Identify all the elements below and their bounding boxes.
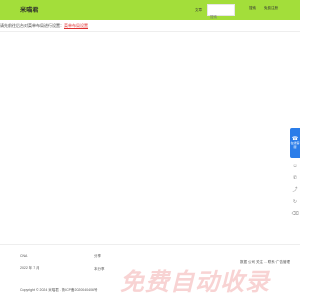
footer-item[interactable]: 本分享 [94,267,105,272]
notice-link[interactable]: 菜单布局设置 [64,23,88,28]
chat-icon[interactable]: ☺ [291,162,299,170]
footer-item[interactable]: 2022 年 7 月 [20,266,40,271]
footer-item[interactable]: CNA [20,254,40,258]
search-scope-select[interactable]: 文章 [195,6,205,14]
notice-text: 请先前往后台对菜单布局进行设置： [0,23,64,28]
search-box [207,4,235,22]
footer-divider [0,244,300,245]
phone-icon[interactable]: ✆ [291,174,299,182]
search-input[interactable] [208,12,234,22]
watermark: 免费自动收录 [120,269,270,296]
site-logo[interactable]: 米喵君 [20,5,39,14]
copyright-text: Copyright © 2024 米喵君 . 鲁ICP备2020040406号 [20,288,98,292]
online-service-label: 在线客服 [290,141,300,149]
search-button[interactable]: 搜索 [249,6,256,11]
trash-icon[interactable]: ⌫ [291,210,299,218]
share-icon[interactable]: ⤴ [291,186,299,194]
right-sidebar: ☎ 在线客服 ☺ ✆ ⤴ ↻ ⌫ [290,128,300,224]
side-footer-text: 数据 公司 关注 ... 联系·广告管理 [240,260,290,264]
footer-column-a: CNA 2022 年 7 月 [20,254,40,279]
online-service-button[interactable]: ☎ 在线客服 [290,128,300,158]
refresh-icon[interactable]: ↻ [291,198,299,206]
footer-column-b: 分享 本分享 [94,254,105,280]
notice-divider [0,31,300,32]
register-link[interactable]: 免费注册 [264,6,278,11]
header-bar: 米喵君 文章 搜索 免费注册 [0,0,300,22]
footer-item[interactable]: 分享 [94,254,105,259]
page: 米喵君 文章 搜索 免费注册 请先前往后台对菜单布局进行设置：菜单布局设置 ☎ … [0,0,300,300]
menu-setup-notice: 请先前往后台对菜单布局进行设置：菜单布局设置 [0,23,88,29]
